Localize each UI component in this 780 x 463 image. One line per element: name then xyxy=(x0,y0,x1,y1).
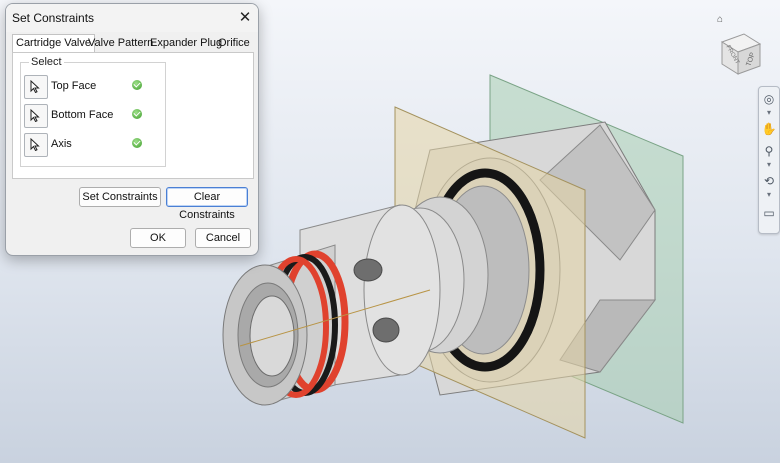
tab-orifice[interactable]: Orifice xyxy=(215,35,253,52)
check-icon xyxy=(132,109,142,119)
ok-button[interactable]: OK xyxy=(130,228,186,248)
clear-constraints-button[interactable]: Clear Constraints xyxy=(166,187,248,221)
select-row-bottom-face: Bottom Face xyxy=(24,104,160,130)
set-constraints-dialog: Set Constraints ✕ Cartridge Valve Valve … xyxy=(5,3,259,256)
tab-cartridge-valve[interactable]: Cartridge Valve xyxy=(12,34,95,54)
chevron-down-icon[interactable]: ▾ xyxy=(761,191,777,199)
top-face-label: Top Face xyxy=(51,80,97,92)
pan-icon[interactable]: ✋ xyxy=(761,121,777,137)
select-group-label: Select xyxy=(29,56,64,68)
axis-select-button[interactable] xyxy=(24,133,48,157)
close-icon[interactable]: ✕ xyxy=(236,9,254,27)
cursor-arrow-icon xyxy=(30,109,40,122)
bottom-face-select-button[interactable] xyxy=(24,104,48,128)
dialog-titlebar[interactable]: Set Constraints ✕ xyxy=(6,4,258,32)
cancel-button[interactable]: Cancel xyxy=(195,228,251,248)
tab-panel: Select Top Face Bottom Face Axis xyxy=(12,52,254,179)
zoom-icon[interactable]: ⚲ xyxy=(761,143,777,159)
home-icon[interactable]: ⌂ xyxy=(714,14,726,26)
check-icon xyxy=(132,138,142,148)
viewcube[interactable]: ⌂ TOP FRONT xyxy=(714,14,766,76)
steering-wheel-icon[interactable]: ◎ xyxy=(761,91,777,107)
tab-expander-plug[interactable]: Expander Plug xyxy=(147,35,225,52)
cross-hole-upper xyxy=(353,258,383,282)
chevron-down-icon[interactable]: ▾ xyxy=(761,161,777,169)
set-constraints-button[interactable]: Set Constraints xyxy=(79,187,161,207)
select-group: Select Top Face Bottom Face Axis xyxy=(20,56,166,167)
axis-label: Axis xyxy=(51,138,72,150)
cursor-arrow-icon xyxy=(30,80,40,93)
look-at-icon[interactable]: ▭ xyxy=(761,205,777,221)
dialog-title: Set Constraints xyxy=(12,11,95,25)
select-row-top-face: Top Face xyxy=(24,75,160,101)
top-face-select-button[interactable] xyxy=(24,75,48,99)
check-icon xyxy=(132,80,142,90)
orbit-icon[interactable]: ⟲ xyxy=(761,173,777,189)
bore xyxy=(249,295,295,377)
chevron-down-icon[interactable]: ▾ xyxy=(761,109,777,117)
cross-hole-lower xyxy=(372,317,400,343)
navigation-bar: ◎ ▾ ✋ ⚲ ▾ ⟲ ▾ ▭ xyxy=(758,86,780,234)
tab-valve-pattern[interactable]: Valve Pattern xyxy=(85,35,156,52)
bottom-face-label: Bottom Face xyxy=(51,109,114,121)
select-row-axis: Axis xyxy=(24,133,160,159)
cursor-arrow-icon xyxy=(30,138,40,151)
